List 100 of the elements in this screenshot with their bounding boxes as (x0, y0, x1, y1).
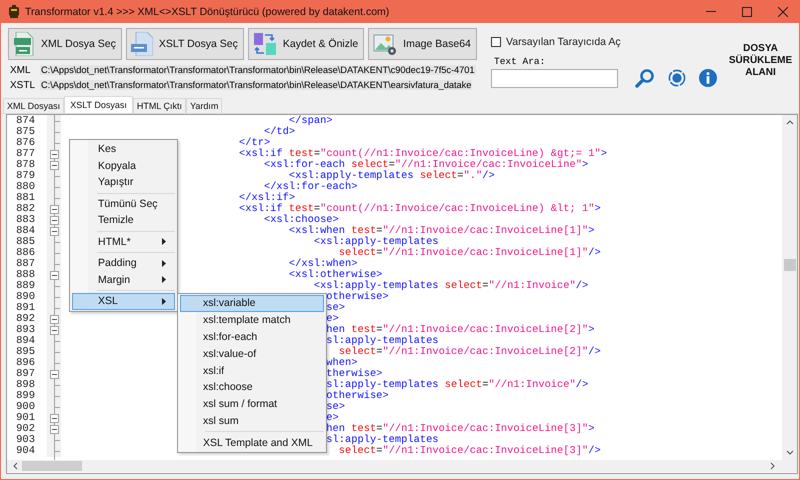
code-line: se> (326, 302, 346, 314)
scroll-left-icon[interactable] (13, 462, 18, 470)
code-line: <xsl:when test="//n1:Invoice/cac:InvoiceLine[1]"> (288, 225, 594, 237)
line-number: 883 (15, 215, 35, 226)
scroll-thumb[interactable] (784, 259, 796, 271)
code-line: </td> (264, 126, 296, 138)
line-number: 882 (15, 204, 35, 215)
document-icon (13, 32, 35, 56)
fold-marker[interactable] (50, 205, 59, 214)
drop-area-label: DOSYA SÜRÜKLEME ALANI (728, 42, 794, 80)
tab[interactable]: Yardım (186, 98, 222, 113)
code-line: sl:apply-templates (326, 335, 439, 347)
scroll-down-icon[interactable] (786, 450, 794, 455)
code-line: </tr> (239, 137, 270, 149)
line-number: 899 (15, 391, 35, 402)
code-line: </xsl:for-each> (264, 181, 358, 193)
line-number: 902 (15, 424, 35, 435)
search-icon[interactable] (635, 68, 655, 88)
code-line: hen test="//n1:Invoice/cac:InvoiceLine[3]"> (326, 423, 594, 435)
image-icon (373, 32, 398, 56)
line-number: 887 (15, 259, 35, 270)
code-line: </span> (288, 115, 333, 127)
line-number: 875 (15, 127, 35, 138)
line-number: 877 (15, 149, 35, 160)
fold-marker[interactable] (50, 150, 59, 159)
fold-marker[interactable] (50, 227, 59, 236)
maximize-icon[interactable] (742, 6, 752, 16)
code-line: select="//n1:Invoice/cac:InvoiceLine[1]"/> (338, 247, 601, 259)
line-number: 895 (15, 347, 35, 358)
window-title: Transformator v1.4 >>> XML<>XSLT Dönüştürücü (powered by datakent.com) (25, 6, 390, 18)
menu-item[interactable]: xsl:choose (180, 378, 324, 396)
code-line: sl:apply-templates (326, 434, 439, 446)
minimize-icon[interactable] (706, 10, 716, 12)
code-line: </xsl:when> (288, 258, 358, 270)
document-icon (130, 32, 153, 56)
checkbox[interactable] (491, 37, 501, 47)
code-line: <xsl:apply-templates select="."/> (288, 170, 495, 182)
line-number: 881 (15, 193, 35, 204)
toolbar-button[interactable]: XML Dosya Seç (8, 28, 122, 60)
menu-item[interactable]: xsl:template match (180, 312, 324, 329)
fold-marker[interactable] (50, 271, 59, 280)
app-icon (8, 5, 20, 18)
scroll-right-icon[interactable] (770, 462, 775, 470)
menu-item[interactable]: HTML* (72, 234, 175, 250)
code-line: select="//n1:Invoice/cac:InvoiceLine[3]"/> (338, 445, 601, 457)
toolbar-button[interactable]: XSLT Dosya Seç (126, 28, 244, 60)
tab[interactable]: HTML Çıktı (132, 98, 186, 113)
fold-marker[interactable] (50, 161, 59, 170)
code-line: otherwise> (326, 390, 389, 402)
fold-marker[interactable] (50, 370, 59, 379)
scroll-thumb[interactable] (22, 461, 82, 471)
menu-item[interactable]: xsl sum / format (180, 396, 324, 413)
menu-item[interactable]: xsl:value-of (180, 345, 324, 362)
line-number: 898 (15, 380, 35, 391)
tab[interactable]: XSLT Dosyası (64, 96, 133, 113)
tab[interactable]: XML Dosyası (3, 98, 64, 113)
menu-item[interactable]: xsl:for-each (180, 328, 324, 346)
code-line: select="//n1:Invoice/cac:InvoiceLine[2]"/> (338, 346, 601, 358)
line-number: 896 (15, 358, 35, 369)
line-number: 904 (15, 446, 35, 457)
horizontal-scrollbar[interactable] (7, 460, 797, 472)
code-line: se> (326, 401, 346, 413)
target-icon[interactable] (668, 69, 686, 87)
path-field[interactable]: C:\Apps\dot_net\Transformator\Transformator\Transformator\bin\Release\DATAKENT\c90dec19-7f5c-4701 (40, 65, 476, 75)
fold-marker[interactable] (50, 216, 59, 225)
fold-marker[interactable] (50, 425, 59, 434)
code-line: <xsl:otherwise> (288, 269, 382, 281)
search-field[interactable] (491, 68, 618, 88)
close-icon[interactable] (778, 6, 788, 16)
toolbar-button[interactable]: Kaydet & Önizle (248, 28, 364, 60)
menu-item[interactable]: Yapıştır (72, 174, 175, 190)
toolbar-button[interactable]: Image Base64 (368, 28, 477, 60)
fold-marker[interactable] (50, 414, 59, 423)
menu-item[interactable]: Tümünü Seç (72, 196, 175, 212)
code-line: therwise> (326, 368, 382, 380)
code-line: <xsl:choose> (264, 214, 339, 226)
menu-item[interactable]: XSL Template and XML (180, 434, 324, 452)
fold-marker[interactable] (50, 315, 59, 324)
line-number: 900 (15, 402, 35, 413)
menu-item[interactable]: Padding (72, 255, 175, 272)
line-number: 879 (15, 171, 35, 182)
scroll-up-icon[interactable] (786, 120, 794, 125)
menu-item[interactable]: Kes (72, 141, 175, 158)
menu-item[interactable]: xsl:variable (180, 295, 324, 312)
line-number: 878 (15, 160, 35, 171)
path-label: XML (9, 64, 32, 76)
path-field[interactable]: C:\Apps\dot_net\Transformator\Transformator\Transformator\bin\Release\DATAKENT\earsivfatura_datake (40, 80, 472, 90)
info-icon[interactable] (699, 69, 717, 87)
line-number: 888 (15, 270, 35, 281)
menu-item[interactable]: Margin (72, 272, 175, 288)
menu-item[interactable]: xsl sum (180, 412, 324, 430)
code-line: when> (326, 357, 358, 369)
fold-marker[interactable] (50, 326, 59, 335)
menu-item[interactable]: XSL (72, 293, 175, 310)
vertical-scrollbar[interactable] (782, 115, 797, 460)
code-line: <xsl:apply-templates select="//n1:Invoice"/> (314, 280, 588, 292)
menu-item[interactable]: xsl:if (180, 362, 324, 379)
menu-item[interactable]: Kopyala (72, 158, 175, 174)
code-editor[interactable] (6, 114, 798, 474)
menu-item[interactable]: Temizle (72, 212, 175, 228)
